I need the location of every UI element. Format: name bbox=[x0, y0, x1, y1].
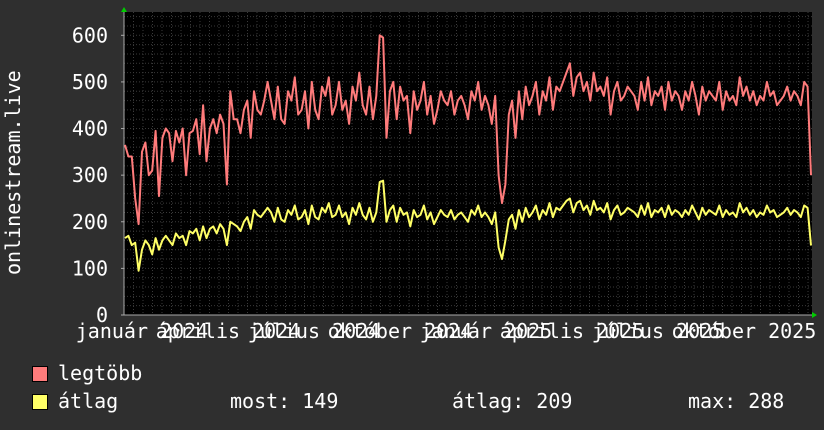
y-axis-arrow bbox=[121, 7, 127, 12]
x-tick-label: október 2025 bbox=[672, 319, 817, 343]
legend-swatch-legtobb bbox=[32, 366, 48, 382]
y-tick-label: 300 bbox=[72, 163, 108, 187]
stat-max: max: 288 bbox=[688, 389, 785, 413]
y-axis-title: onlinestream.live bbox=[2, 70, 24, 275]
legend-label-atlag: átlag bbox=[58, 389, 119, 413]
stat-now: most: 149 bbox=[230, 389, 339, 413]
y-tick-label: 500 bbox=[72, 70, 108, 94]
stat-avg: átlag: 209 bbox=[452, 389, 573, 413]
y-tick-label: 600 bbox=[72, 23, 108, 47]
legend-swatch-atlag bbox=[32, 394, 48, 410]
y-tick-label: 100 bbox=[72, 256, 108, 280]
x-axis-arrow bbox=[812, 312, 817, 318]
y-axis-title-text: onlinestream.live bbox=[2, 70, 24, 275]
y-tick-label: 200 bbox=[72, 210, 108, 234]
y-tick-label: 400 bbox=[72, 117, 108, 141]
legend-label-legtobb: legtöbb bbox=[58, 361, 143, 385]
